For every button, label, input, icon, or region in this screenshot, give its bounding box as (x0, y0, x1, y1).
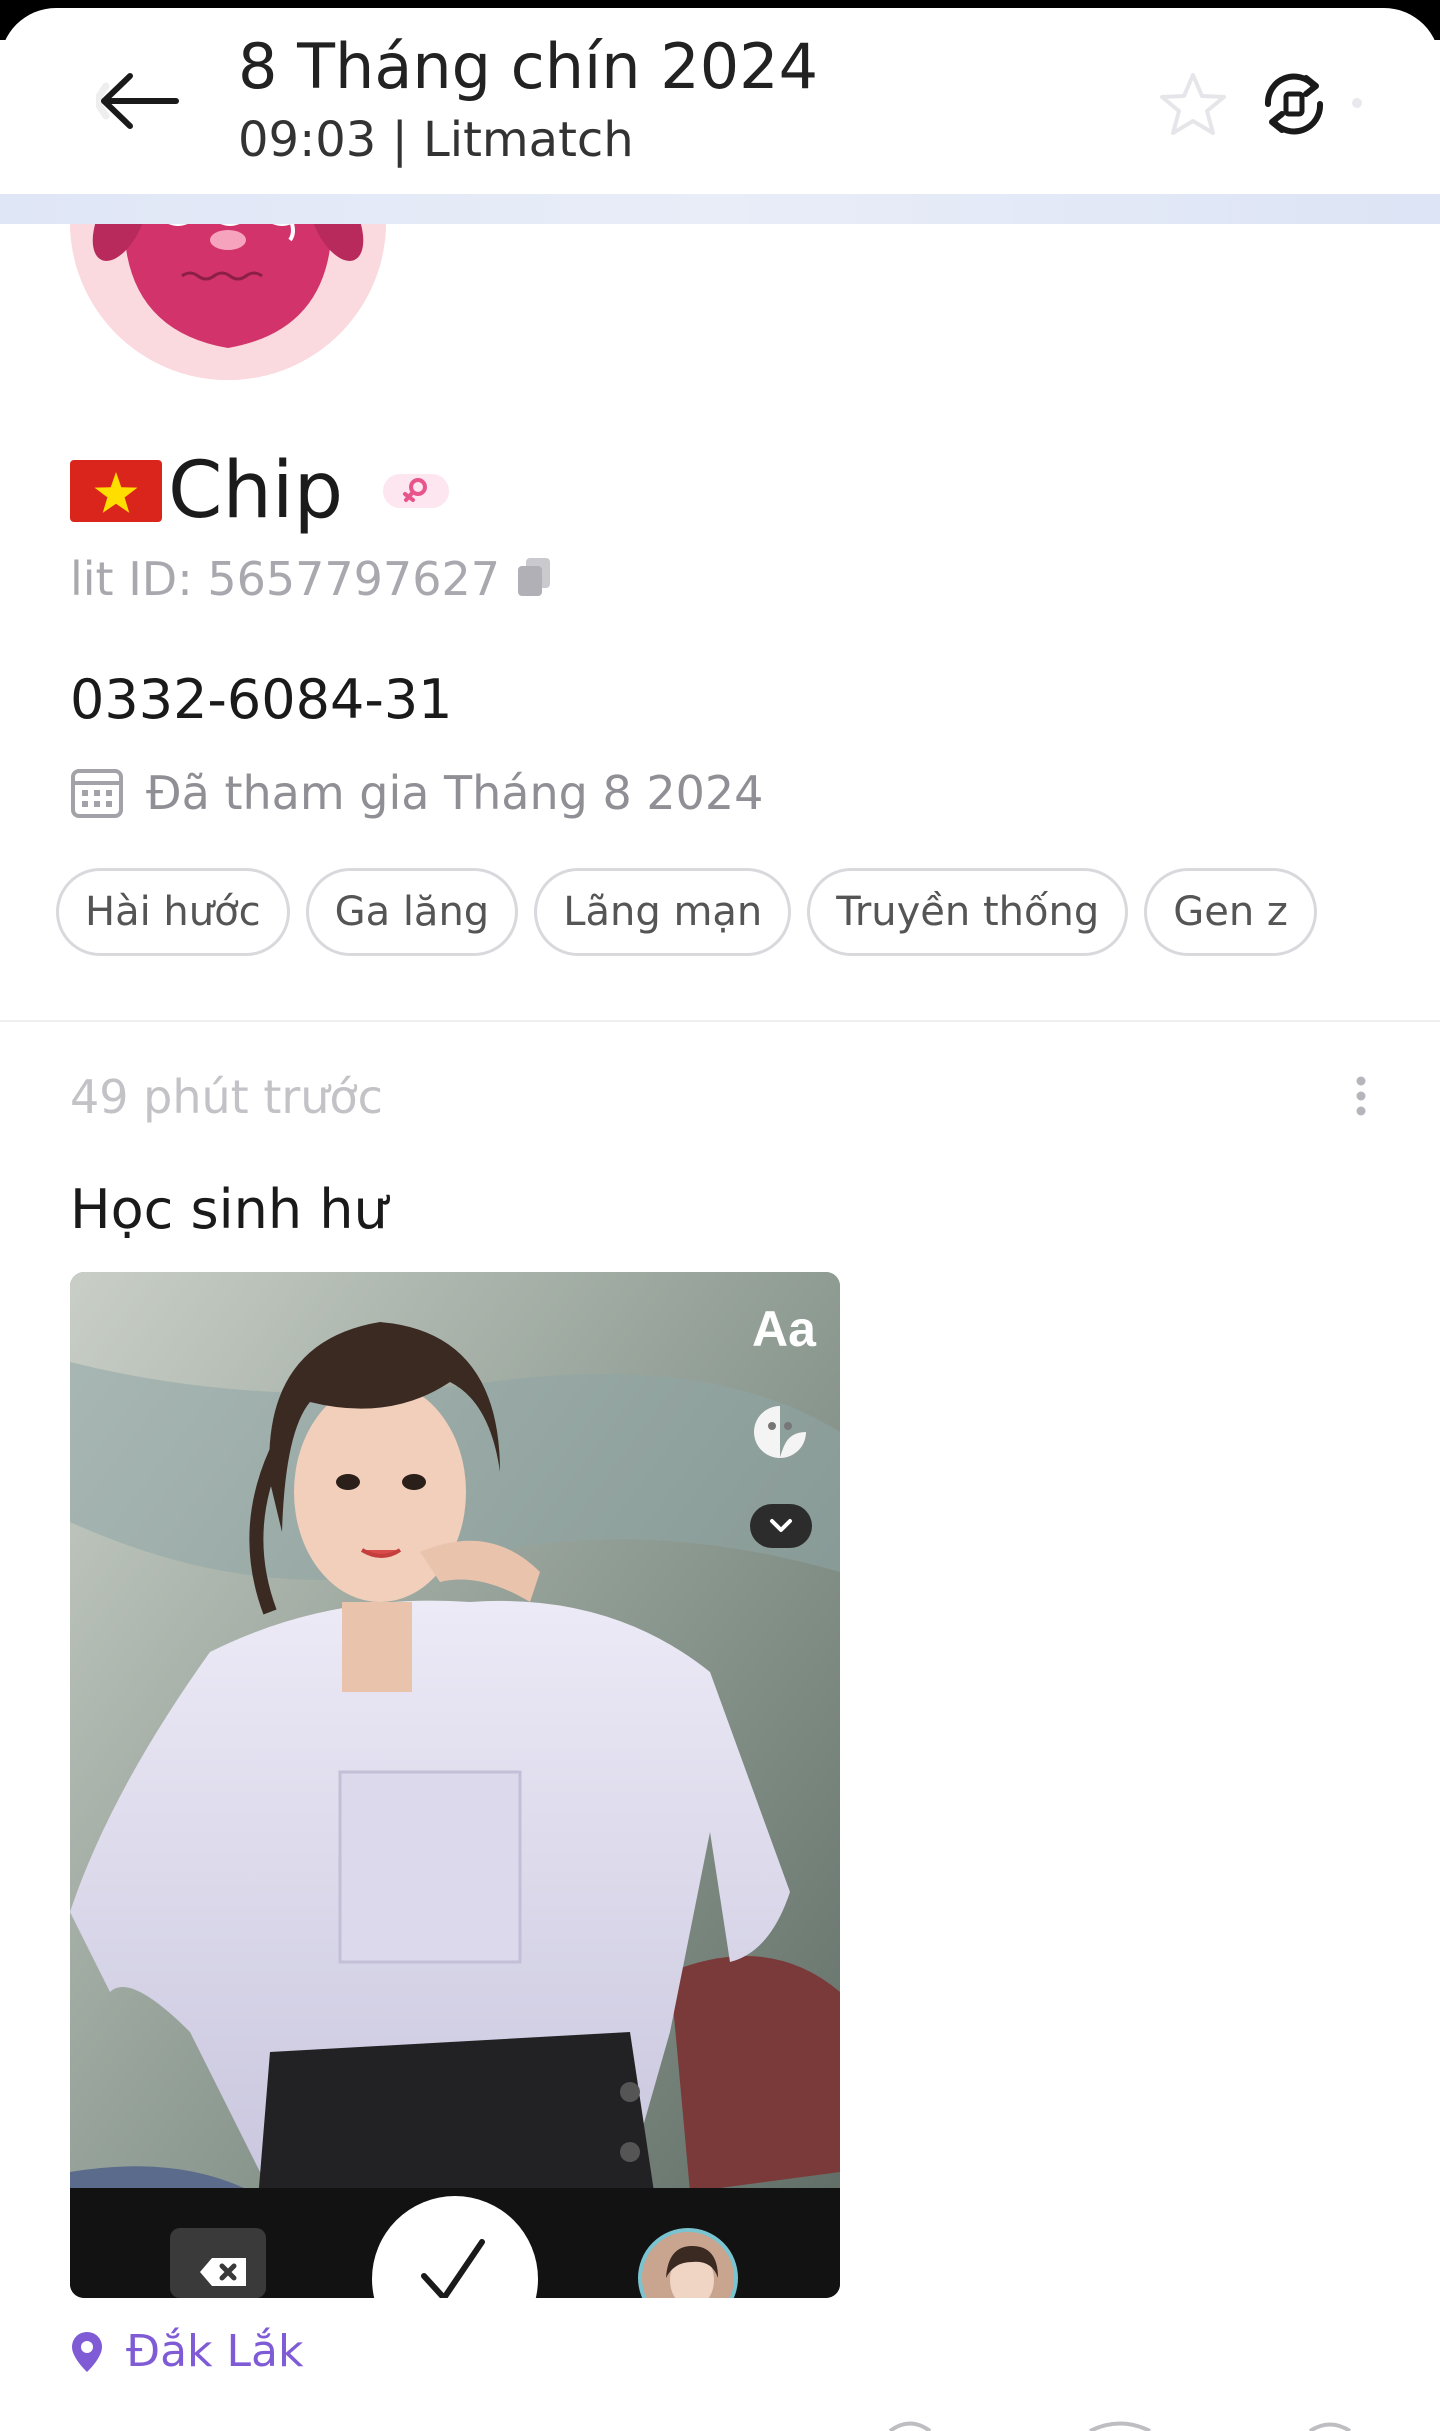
section-divider (0, 1020, 1440, 1022)
text-tool-button[interactable]: Aa (752, 1300, 816, 1358)
copy-icon[interactable] (514, 556, 554, 602)
lit-id: lit ID: 5657797627 (70, 552, 554, 606)
check-icon (421, 2239, 485, 2298)
delete-icon[interactable] (170, 2228, 266, 2298)
sync-icon[interactable] (1256, 66, 1332, 142)
photo-scene (70, 1272, 840, 2298)
top-header: 8 Tháng chín 2024 09:03 | Litmatch (0, 8, 1440, 194)
back-arrow-icon (91, 73, 179, 129)
back-button[interactable] (91, 66, 182, 136)
gender-badge (383, 474, 450, 508)
profile-bio: 0332-6084-31 (70, 668, 453, 731)
post-text: Học sinh hư (70, 1178, 388, 1241)
tag-hai-huoc[interactable]: Hài hước (56, 868, 290, 956)
post-time: 49 phút trước (70, 1070, 383, 1124)
location-text: Đắk Lắk (126, 2326, 304, 2377)
sticker-icon[interactable] (750, 1402, 810, 1462)
joined-text: Đã tham gia Tháng 8 2024 (146, 766, 764, 820)
tag-ga-lang[interactable]: Ga lăng (305, 868, 519, 956)
profile-name-row: Chip (70, 446, 450, 536)
vietnam-flag-icon (70, 460, 162, 522)
page-title: 8 Tháng chín 2024 (238, 30, 819, 103)
female-icon (403, 478, 428, 502)
interest-tags: Hài hước Ga lăng Lãng mạn Truyền thống G… (56, 868, 1333, 956)
tag-truyen-thong[interactable]: Truyền thống (807, 868, 1129, 956)
post-location[interactable]: Đắk Lắk (70, 2326, 303, 2377)
action-bar-edge (888, 2421, 1352, 2431)
joined-date: Đã tham gia Tháng 8 2024 (70, 766, 763, 820)
more-options-icon[interactable] (1354, 1076, 1368, 1116)
profile-name: Chip (168, 446, 344, 536)
tag-gen-z[interactable]: Gen z (1144, 868, 1317, 956)
thumbnail-image (642, 2232, 734, 2298)
location-pin-icon (72, 2331, 102, 2372)
chevron-down-icon[interactable] (750, 1504, 812, 1548)
calendar-icon (71, 769, 123, 818)
tag-lang-man[interactable]: Lãng mạn (534, 868, 792, 956)
page-subtitle: 09:03 | Litmatch (238, 112, 634, 168)
post-photo[interactable]: Aa (70, 1272, 840, 2298)
lit-id-text: lit ID: 5657797627 (70, 552, 500, 606)
star-icon[interactable] (1158, 70, 1228, 140)
profile-banner (0, 194, 1440, 224)
header-dot (1352, 98, 1362, 108)
